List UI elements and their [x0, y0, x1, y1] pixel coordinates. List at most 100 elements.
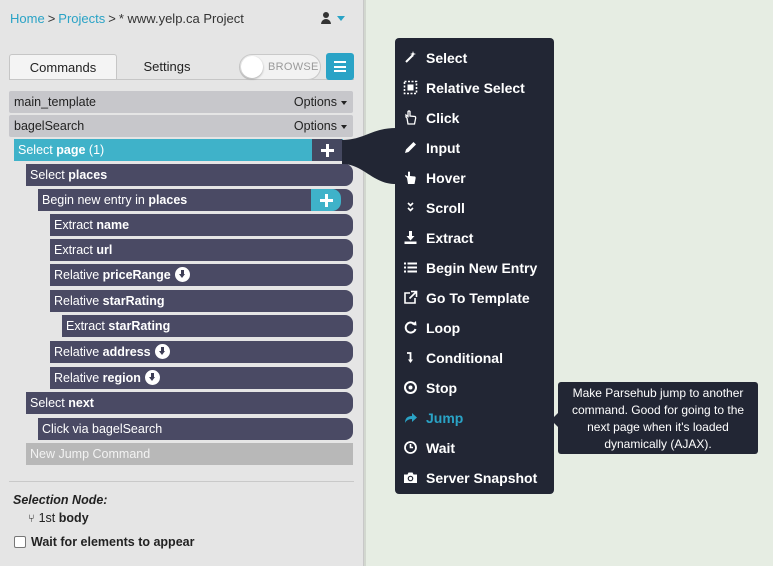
breadcrumb-projects-link[interactable]: Projects [58, 11, 105, 26]
share-arrow-icon [403, 410, 418, 425]
command-prefix: Relative [54, 268, 100, 282]
menu-item-label: Select [426, 50, 468, 66]
menu-item-conditional[interactable]: Conditional [395, 342, 554, 372]
add-command-plus-button[interactable] [311, 189, 341, 211]
menu-item-input[interactable]: Input [395, 132, 554, 162]
menu-item-click[interactable]: Click [395, 102, 554, 132]
command-click-via-bagelsearch[interactable]: Click via bagelSearch [38, 418, 353, 440]
refresh-icon [403, 320, 418, 335]
hamburger-menu-button[interactable] [326, 53, 354, 80]
menu-item-hover[interactable]: Hover [395, 162, 554, 192]
command-relative-starrating[interactable]: Relative starRating [50, 290, 353, 312]
menu-item-loop[interactable]: Loop [395, 312, 554, 342]
command-relative-address[interactable]: Relative address [50, 341, 353, 363]
command-prefix: Select [30, 168, 65, 182]
commands-panel: Home > Projects > * www.yelp.ca Project Comm… [0, 0, 364, 566]
template-name: main_template [14, 95, 96, 109]
command-target: region [102, 371, 141, 385]
menu-item-server-snapshot[interactable]: Server Snapshot [395, 462, 554, 492]
template-row-bagelsearch[interactable]: bagelSearch Options [9, 115, 353, 137]
double-chevron-down-icon [403, 200, 418, 215]
menu-pointer-connector [342, 128, 396, 184]
menu-item-label: Server Snapshot [426, 470, 538, 486]
panel-divider [9, 481, 354, 482]
menu-item-label: Relative Select [426, 80, 525, 96]
level-down-icon [403, 350, 418, 365]
wait-for-elements-option[interactable]: Wait for elements to appear [14, 535, 194, 549]
command-target: starRating [108, 319, 171, 333]
menu-item-scroll[interactable]: Scroll [395, 192, 554, 222]
selection-node-title: Selection Node: [13, 493, 108, 507]
hover-hand-icon [403, 170, 418, 185]
add-command-plus-button[interactable] [312, 139, 342, 161]
command-prefix: Extract [54, 243, 93, 257]
menu-item-label: Hover [426, 170, 466, 186]
command-extract-name[interactable]: Extract name [50, 214, 353, 236]
command-select-next[interactable]: Select next [26, 392, 353, 414]
menu-item-begin-new-entry[interactable]: Begin New Entry [395, 252, 554, 282]
browse-toggle[interactable]: BROWSE [239, 54, 321, 80]
template-row-main-template[interactable]: main_template Options [9, 91, 353, 113]
external-link-icon [403, 290, 418, 305]
menu-item-go-to-template[interactable]: Go To Template [395, 282, 554, 312]
menu-item-select[interactable]: Select [395, 42, 554, 72]
command-extract-url[interactable]: Extract url [50, 239, 353, 261]
download-icon [403, 230, 418, 245]
template-options-dropdown[interactable]: Options [294, 95, 347, 109]
new-jump-command-placeholder[interactable]: New Jump Command [26, 443, 353, 465]
camera-icon [403, 470, 418, 485]
command-count: (1) [88, 143, 105, 157]
user-menu-button[interactable] [320, 11, 350, 27]
command-target: next [68, 396, 94, 410]
breadcrumb: Home > Projects > * www.yelp.ca Project [10, 11, 244, 26]
command-prefix: Relative [54, 345, 100, 359]
menu-item-label: Scroll [426, 200, 465, 216]
command-label: Click via bagelSearch [42, 422, 163, 436]
wait-for-elements-label: Wait for elements to appear [31, 535, 195, 549]
tab-commands[interactable]: Commands [9, 54, 117, 80]
download-icon [154, 344, 170, 359]
command-relative-pricerange[interactable]: Relative priceRange [50, 264, 353, 286]
command-prefix: Begin new entry in [42, 193, 145, 207]
tab-settings[interactable]: Settings [117, 54, 217, 80]
menu-item-label: Begin New Entry [426, 260, 538, 276]
list-icon [403, 260, 418, 275]
command-select-page[interactable]: Select page (1) [14, 139, 343, 161]
hamburger-line [334, 70, 346, 72]
menu-item-extract[interactable]: Extract [395, 222, 554, 252]
command-select-places[interactable]: Select places [26, 164, 353, 186]
breadcrumb-current-project: * www.yelp.ca Project [118, 11, 244, 26]
command-extract-starrating[interactable]: Extract starRating [62, 315, 353, 337]
toggle-knob [241, 56, 263, 78]
command-target: address [102, 345, 151, 359]
menu-item-relative-select[interactable]: Relative Select [395, 72, 554, 102]
command-begin-new-entry[interactable]: Begin new entry in places [38, 189, 353, 211]
pointer-hand-icon [403, 110, 418, 125]
template-options-dropdown[interactable]: Options [294, 119, 347, 133]
menu-item-stop[interactable]: Stop [395, 372, 554, 402]
menu-item-label: Click [426, 110, 460, 126]
menu-item-label: Extract [426, 230, 474, 246]
menu-item-jump[interactable]: Jump [395, 402, 554, 432]
template-name: bagelSearch [14, 119, 85, 133]
command-prefix: Relative [54, 294, 100, 308]
menu-item-wait[interactable]: Wait [395, 432, 554, 462]
branch-icon: ⑂ [28, 512, 35, 525]
command-relative-region[interactable]: Relative region [50, 367, 353, 389]
command-prefix: Extract [54, 218, 93, 232]
pencil-icon [403, 140, 418, 155]
command-prefix: Select [30, 396, 65, 410]
user-icon [320, 11, 332, 25]
panel-edge [364, 0, 366, 566]
menu-item-label: Stop [426, 380, 458, 396]
selection-node-element[interactable]: body [59, 511, 89, 525]
wait-for-elements-checkbox[interactable] [14, 536, 26, 548]
caret-down-icon [337, 16, 345, 21]
magic-wand-icon [403, 50, 418, 65]
breadcrumb-home-link[interactable]: Home [10, 11, 45, 26]
add-command-menu: Select Relative Select Click Input Hover… [395, 38, 554, 494]
clock-icon [403, 440, 418, 455]
command-target: places [148, 193, 188, 207]
download-icon [144, 370, 160, 385]
command-target: starRating [102, 294, 165, 308]
